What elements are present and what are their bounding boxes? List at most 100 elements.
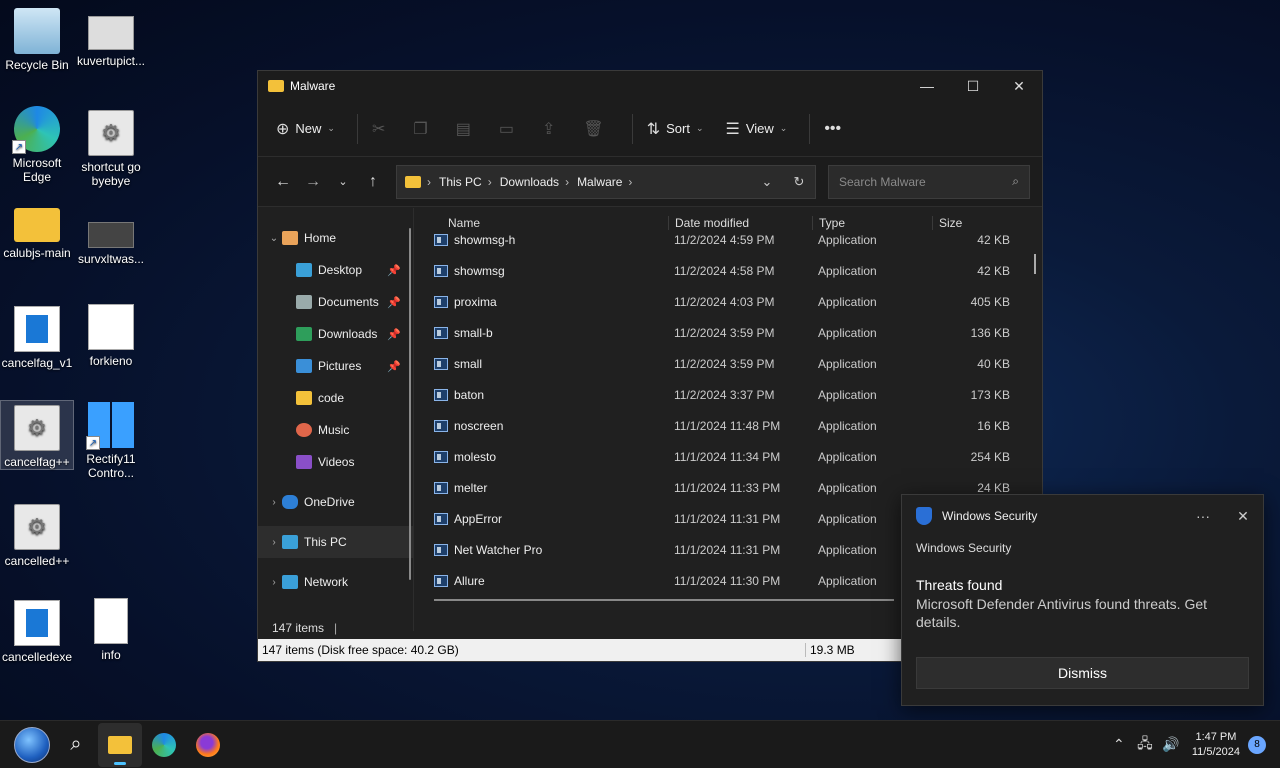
search-button[interactable]: ⌕: [54, 723, 98, 767]
windows-security-notification[interactable]: Windows Security ··· ✕ Windows Security …: [901, 494, 1264, 706]
table-row[interactable]: small-b 11/2/2024 3:59 PM Application 136 K…: [414, 317, 1042, 348]
sidebar-scrollbar[interactable]: [409, 228, 411, 580]
volume-icon[interactable]: 🔊: [1158, 736, 1184, 753]
column-header-type[interactable]: Type: [812, 216, 932, 230]
table-row[interactable]: small 11/2/2024 3:59 PM Application 40 KB: [414, 348, 1042, 379]
desktop-icon-cancelled-plusplus[interactable]: ⚙ cancelled++: [0, 504, 74, 568]
chevron-right-icon: ›: [272, 576, 276, 588]
refresh-button[interactable]: ↻: [783, 174, 815, 190]
sidebar-item-network[interactable]: › Network: [258, 566, 413, 598]
paste-button[interactable]: ▤: [456, 119, 477, 139]
application-icon: [434, 543, 448, 556]
sidebar-item-label: code: [318, 391, 345, 405]
column-header-date-modified[interactable]: Date modified: [668, 216, 812, 230]
firefox-taskbar-button[interactable]: [186, 723, 230, 767]
file-name-cell: small-b: [414, 326, 668, 340]
recent-locations-button[interactable]: ⌄: [328, 175, 358, 188]
desktop-icon-cancelledexe[interactable]: cancelledexe: [0, 600, 74, 664]
delete-button[interactable]: 🗑: [583, 119, 609, 139]
window-title: Malware: [290, 79, 336, 93]
up-button[interactable]: ↑: [358, 173, 388, 191]
view-button[interactable]: ☰ View ⌄: [725, 119, 787, 139]
desktop-icon-calubjs-main[interactable]: calubjs-main: [0, 208, 74, 260]
file-name: AppError: [454, 511, 503, 526]
file-explorer-taskbar-button[interactable]: [98, 722, 142, 767]
table-row[interactable]: molesto 11/1/2024 11:34 PM Application 254 …: [414, 441, 1042, 472]
file-name-cell: molesto: [414, 450, 668, 464]
copy-button[interactable]: ❐: [413, 119, 433, 139]
title-bar[interactable]: Malware — ☐ ✕: [258, 71, 1042, 101]
file-list-scrollbar[interactable]: [1034, 254, 1036, 274]
edge-taskbar-button[interactable]: [142, 723, 186, 767]
shortcut-arrow-icon: ↗: [12, 140, 26, 154]
desktop-icon-cancelfag-v1[interactable]: cancelfag_v1: [0, 306, 74, 370]
more-options-button[interactable]: ···: [1183, 508, 1223, 524]
rename-button[interactable]: ▭: [499, 119, 520, 139]
back-button[interactable]: ←: [268, 173, 298, 191]
breadcrumb-downloads[interactable]: Downloads: [500, 175, 559, 189]
breadcrumb-this-pc[interactable]: This PC: [439, 175, 482, 189]
forward-button[interactable]: →: [298, 173, 328, 191]
file-type: Application: [818, 418, 877, 433]
sidebar-item-onedrive[interactable]: › OneDrive: [258, 486, 413, 518]
cut-button[interactable]: ✂: [372, 119, 391, 139]
sidebar-item-downloads[interactable]: Downloads 📌: [258, 318, 413, 350]
minimize-button[interactable]: —: [904, 71, 950, 101]
sidebar-item-this-pc[interactable]: › This PC: [258, 526, 413, 558]
gear-icon: ⚙: [14, 504, 60, 550]
more-options-button[interactable]: •••: [824, 120, 847, 138]
table-row[interactable]: proxima 11/2/2024 4:03 PM Application 405 K…: [414, 286, 1042, 317]
python-file-icon: [88, 304, 134, 350]
sidebar-item-home[interactable]: ⌄ Home: [258, 222, 413, 254]
share-button[interactable]: ⇪: [542, 119, 561, 139]
app-window-icon: [14, 306, 60, 352]
notification-badge[interactable]: 8: [1248, 735, 1266, 754]
search-box[interactable]: ⌕: [828, 164, 1030, 199]
horizontal-scrollbar[interactable]: [434, 599, 894, 601]
toast-app-name: Windows Security: [916, 541, 1012, 555]
sidebar-item-desktop[interactable]: Desktop 📌: [258, 254, 413, 286]
file-name: melter: [454, 480, 488, 495]
clock-time: 1:47 PM: [1195, 730, 1237, 743]
folder-icon: [14, 208, 60, 242]
desktop-icon-rectify11[interactable]: ↗ Rectify11 Contro...: [74, 402, 148, 480]
column-header-size[interactable]: Size: [932, 216, 1012, 230]
chevron-right-icon: ›: [272, 496, 276, 508]
desktop-icon-edge[interactable]: ↗ Microsoft Edge: [0, 106, 74, 184]
search-input[interactable]: [839, 174, 1013, 189]
network-icon[interactable]: 🖧: [1132, 733, 1158, 757]
table-row[interactable]: baton 11/2/2024 3:37 PM Application 173 KB: [414, 379, 1042, 410]
desktop-icon-shortcut-go-byebye[interactable]: ⚙ shortcut go byebye: [74, 110, 148, 188]
chevron-right-icon: ›: [487, 174, 492, 189]
desktop-icon-survxltwas[interactable]: survxltwas...: [74, 222, 148, 266]
desktop-icon-kuvertupict[interactable]: kuvertupict...: [74, 16, 148, 68]
copy-icon: ❐: [413, 120, 428, 138]
sidebar-item-documents[interactable]: Documents 📌: [258, 286, 413, 318]
table-row[interactable]: noscreen 11/1/2024 11:48 PM Application 16 …: [414, 410, 1042, 441]
sidebar-item-music[interactable]: Music: [258, 414, 413, 446]
maximize-button[interactable]: ☐: [950, 71, 996, 101]
desktop-icon-forkieno[interactable]: forkieno: [74, 304, 148, 368]
breadcrumb-malware[interactable]: Malware: [577, 175, 622, 189]
desktop-icon-info[interactable]: info: [74, 598, 148, 662]
start-button[interactable]: [10, 723, 54, 767]
clock[interactable]: 1:47 PM 11/5/2024: [1192, 730, 1240, 760]
dismiss-button[interactable]: Dismiss: [916, 657, 1249, 689]
chevron-up-icon[interactable]: ⌃: [1106, 736, 1132, 753]
address-dropdown-button[interactable]: ⌄: [751, 174, 783, 190]
sidebar-item-label: Music: [318, 423, 350, 437]
desktop-icon-recycle-bin[interactable]: Recycle Bin: [0, 8, 74, 72]
address-bar[interactable]: › This PC › Downloads › Malware › ⌄ ↻: [396, 164, 816, 199]
column-header-name[interactable]: Name: [414, 216, 668, 230]
desktop-icon-cancelfag-plusplus[interactable]: ⚙ cancelfag++: [0, 400, 74, 470]
new-button[interactable]: ⊕ New ⌄: [276, 119, 335, 139]
close-notification-button[interactable]: ✕: [1223, 508, 1263, 525]
folder-icon: [296, 391, 312, 405]
table-row[interactable]: showmsg 11/2/2024 4:58 PM Application 42 KB: [414, 255, 1042, 286]
sidebar-item-label: Network: [304, 575, 349, 589]
close-button[interactable]: ✕: [996, 71, 1042, 101]
sidebar-item-pictures[interactable]: Pictures 📌: [258, 350, 413, 382]
sort-button[interactable]: ⇅ Sort ⌄: [647, 119, 704, 139]
sidebar-item-code[interactable]: code: [258, 382, 413, 414]
sidebar-item-videos[interactable]: Videos: [258, 446, 413, 478]
